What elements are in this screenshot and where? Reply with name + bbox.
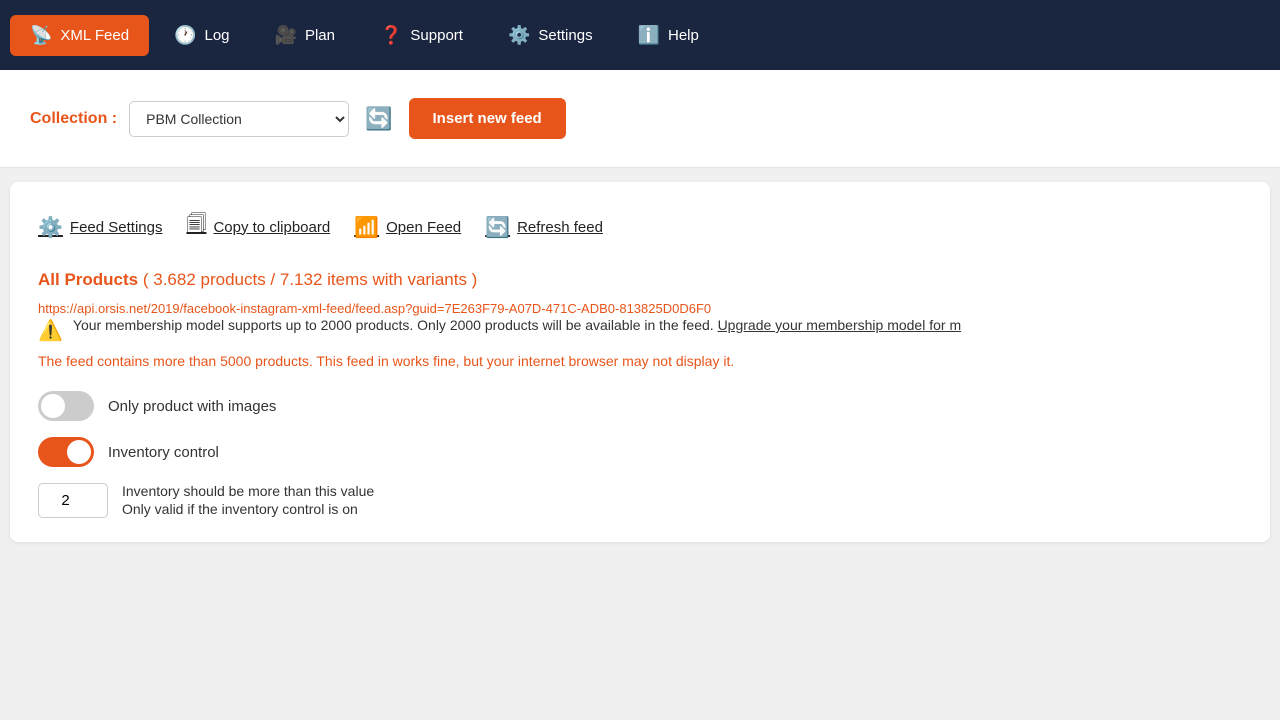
- collection-dropdown[interactable]: PBM Collection All Products Summer Sale: [129, 101, 349, 137]
- nav-settings[interactable]: ⚙️ Settings: [488, 15, 613, 56]
- feed-settings-label: Feed Settings: [70, 219, 163, 236]
- nav-support[interactable]: ❓ Support: [360, 15, 483, 56]
- toggle-inventory-control[interactable]: [38, 437, 94, 467]
- feed-title-row: All Products ( 3.682 products / 7.132 it…: [38, 270, 1242, 290]
- nav-log[interactable]: 🕐 Log: [154, 15, 249, 56]
- open-feed-button[interactable]: 📶 Open Feed: [354, 211, 461, 244]
- inventory-desc-line1: Inventory should be more than this value: [122, 483, 374, 499]
- refresh-feed-button[interactable]: 🔄 Refresh feed: [485, 211, 603, 244]
- gear-icon: ⚙️: [38, 215, 63, 240]
- inventory-description: Inventory should be more than this value…: [122, 483, 374, 517]
- warning-icon: ⚠️: [38, 318, 63, 343]
- nav-xml-feed-label: XML Feed: [60, 27, 129, 44]
- support-icon: ❓: [380, 25, 402, 46]
- toggle-only-images-row: Only product with images: [38, 391, 1242, 421]
- nav-settings-label: Settings: [538, 27, 592, 44]
- copy-icon: 🗐: [186, 210, 206, 244]
- info-message: The feed contains more than 5000 product…: [38, 353, 1242, 369]
- copy-clipboard-button[interactable]: 🗐 Copy to clipboard: [186, 206, 330, 248]
- navbar: 📡 XML Feed 🕐 Log 🎥 Plan ❓ Support ⚙️ Set…: [0, 0, 1280, 70]
- nav-plan[interactable]: 🎥 Plan: [255, 15, 355, 56]
- log-icon: 🕐: [174, 25, 196, 46]
- open-feed-label: Open Feed: [386, 219, 461, 236]
- nav-xml-feed[interactable]: 📡 XML Feed: [10, 15, 149, 56]
- toggle-only-images-slider: [38, 391, 94, 421]
- toggle-inventory-slider: [38, 437, 94, 467]
- nav-log-label: Log: [205, 27, 230, 44]
- copy-clipboard-label: Copy to clipboard: [213, 219, 330, 236]
- nav-help-label: Help: [668, 27, 699, 44]
- action-toolbar: ⚙️ Feed Settings 🗐 Copy to clipboard 📶 O…: [38, 206, 1242, 248]
- upgrade-link[interactable]: Upgrade your membership model for m: [718, 317, 962, 333]
- toggle-only-images-label: Only product with images: [108, 398, 276, 415]
- toggle-only-images[interactable]: [38, 391, 94, 421]
- refresh-collection-button[interactable]: 🔄: [361, 102, 396, 136]
- nav-help[interactable]: ℹ️ Help: [618, 15, 719, 56]
- refresh-collection-icon: 🔄: [365, 106, 392, 131]
- toggle-inventory-row: Inventory control: [38, 437, 1242, 467]
- collection-section: Collection : PBM Collection All Products…: [0, 70, 1280, 168]
- inventory-value-row: Inventory should be more than this value…: [38, 483, 1242, 518]
- inventory-threshold-input[interactable]: [38, 483, 108, 518]
- main-content: Collection : PBM Collection All Products…: [0, 70, 1280, 542]
- collection-label: Collection :: [30, 110, 117, 128]
- feed-settings-button[interactable]: ⚙️ Feed Settings: [38, 211, 162, 244]
- rss-feed-icon: 📶: [354, 215, 379, 240]
- feed-card: ⚙️ Feed Settings 🗐 Copy to clipboard 📶 O…: [10, 182, 1270, 542]
- warning-text: Your membership model supports up to 200…: [73, 317, 961, 333]
- toggle-inventory-label: Inventory control: [108, 444, 219, 461]
- insert-new-feed-button[interactable]: Insert new feed: [409, 98, 566, 139]
- rss-icon: 📡: [30, 25, 52, 46]
- plan-icon: 🎥: [275, 25, 297, 46]
- refresh-feed-label: Refresh feed: [517, 219, 603, 236]
- warning-message: Your membership model supports up to 200…: [73, 317, 714, 333]
- nav-support-label: Support: [410, 27, 463, 44]
- refresh-icon: 🔄: [485, 215, 510, 240]
- nav-plan-label: Plan: [305, 27, 335, 44]
- help-icon: ℹ️: [638, 25, 660, 46]
- feed-title: All Products: [38, 270, 138, 289]
- warning-box: ⚠️ Your membership model supports up to …: [38, 317, 1242, 343]
- feed-url-link[interactable]: https://api.orsis.net/2019/facebook-inst…: [38, 301, 711, 316]
- inventory-desc-line2: Only valid if the inventory control is o…: [122, 501, 374, 517]
- settings-icon: ⚙️: [508, 25, 530, 46]
- feed-stats: ( 3.682 products / 7.132 items with vari…: [143, 270, 478, 289]
